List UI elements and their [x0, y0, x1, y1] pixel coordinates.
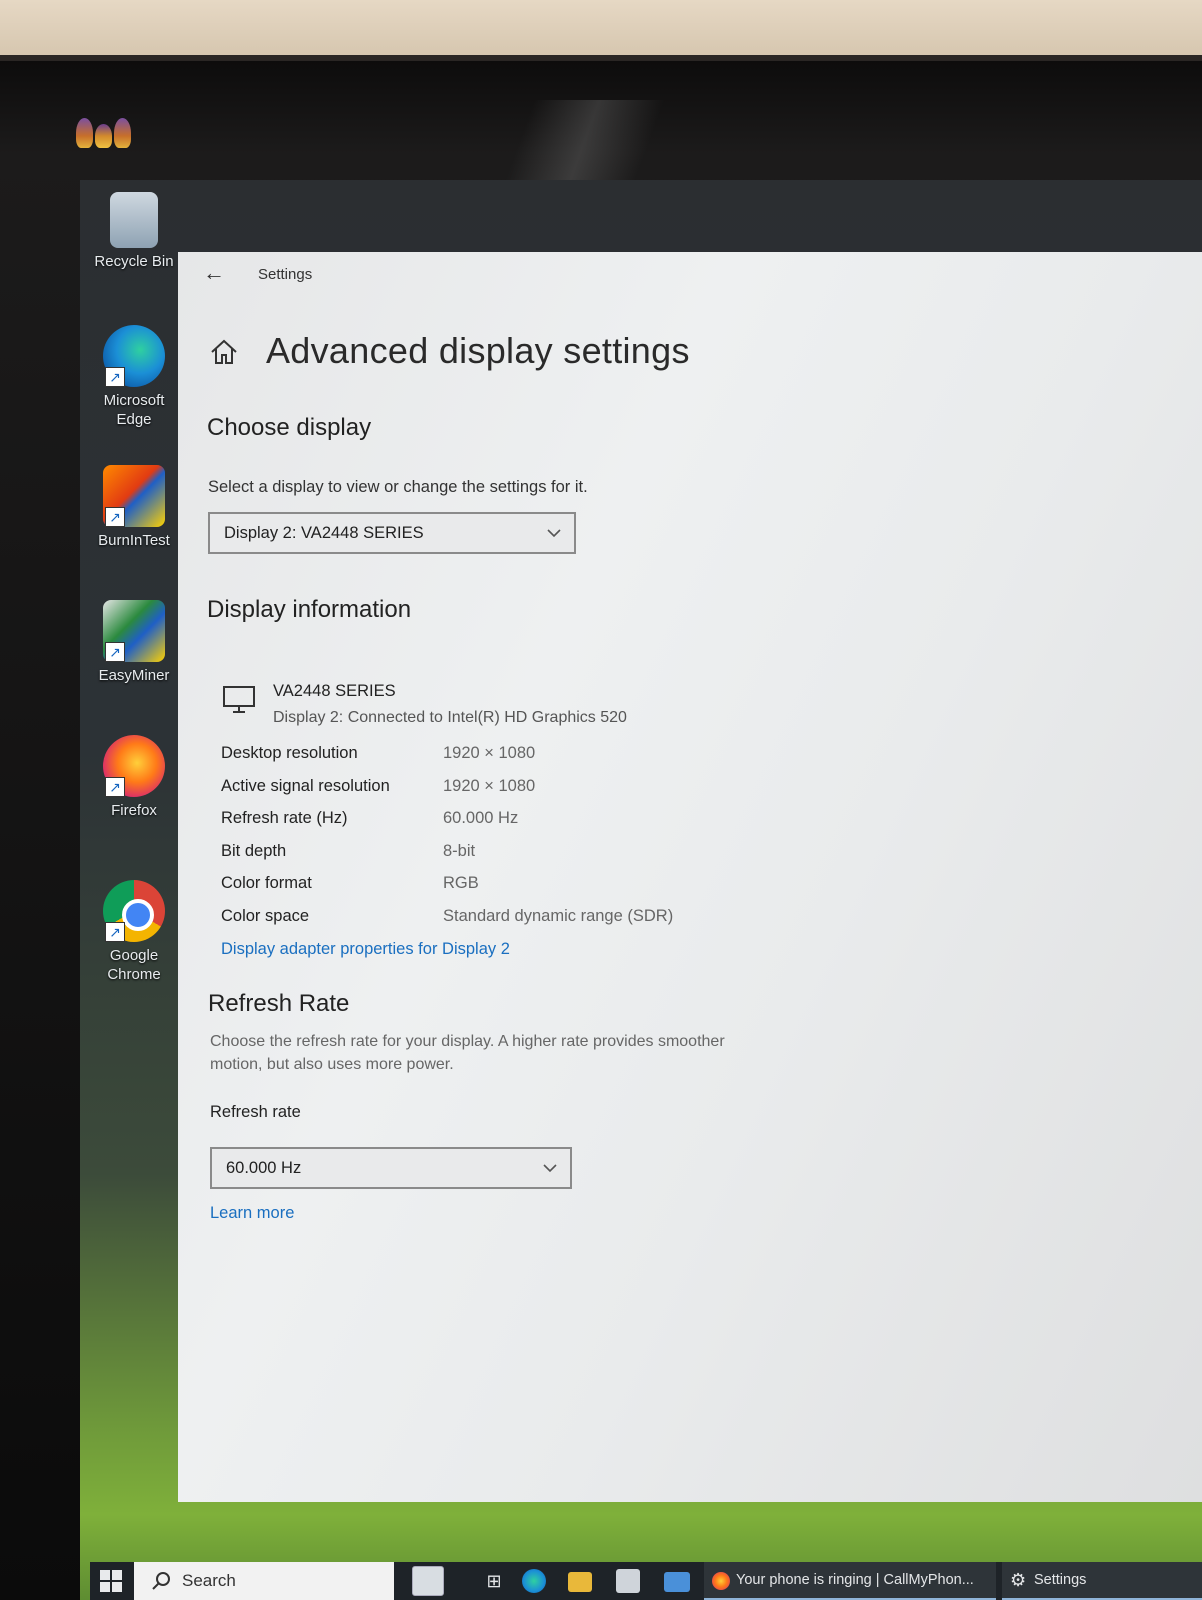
desktop-icon-easyminer[interactable]: ↗ EasyMiner [88, 600, 180, 685]
desktop-icon-edge[interactable]: ↗ Microsoft Edge [88, 325, 180, 429]
desktop-icon-label: Firefox [111, 802, 157, 819]
learn-more-link[interactable]: Learn more [210, 1204, 294, 1223]
taskbar-search-placeholder: Search [182, 1571, 236, 1590]
display-adapter-properties-link[interactable]: Display adapter properties for Display 2 [221, 940, 510, 959]
desktop-icon-recycle-bin[interactable]: Recycle Bin [88, 192, 180, 271]
info-row: Color space Standard dynamic range (SDR) [221, 907, 781, 940]
windows-start-icon[interactable] [100, 1570, 122, 1592]
bezel-logo-icon [76, 108, 132, 148]
file-explorer-icon[interactable] [568, 1572, 592, 1592]
info-key: Desktop resolution [221, 744, 358, 762]
firefox-icon: ↗ [103, 735, 165, 797]
info-value: 8-bit [443, 841, 476, 860]
gear-icon: ⚙ [1010, 1570, 1027, 1590]
info-row: Bit depth 8-bit [221, 842, 781, 875]
choose-display-description: Select a display to view or change the s… [208, 478, 588, 496]
chevron-down-icon [547, 529, 561, 538]
back-arrow-icon: ← [203, 260, 225, 285]
taskbar-task-settings[interactable]: ⚙ Settings [1002, 1562, 1202, 1600]
taskbar-task-label: Settings [1034, 1572, 1087, 1588]
desktop-icon-label: EasyMiner [98, 667, 170, 684]
info-value: 60.000 Hz [443, 809, 519, 827]
refresh-rate-description: Choose the refresh rate for your display… [210, 1033, 725, 1073]
choose-display-heading: Choose display [207, 414, 372, 441]
info-key: Refresh rate (Hz) [221, 809, 348, 827]
chrome-icon: ↗ [103, 880, 165, 942]
refresh-rate-select[interactable]: 60.000 Hz [210, 1147, 572, 1189]
chevron-down-icon [543, 1164, 557, 1173]
desktop-icon-chrome[interactable]: ↗ Google Chrome [88, 880, 180, 984]
info-key: Bit depth [221, 841, 287, 860]
taskbar-task-firefox[interactable]: Your phone is ringing | CallMyPhon... [704, 1562, 996, 1600]
firefox-icon [712, 1572, 730, 1590]
display-information-heading: Display information [207, 596, 412, 623]
page-title: Advanced display settings [266, 330, 690, 371]
settings-window: ← Settings Advanced display settings Cho… [178, 252, 1202, 1502]
title-bar: ← Settings [178, 252, 1202, 296]
desktop-icon-firefox[interactable]: ↗ Firefox [88, 735, 180, 820]
monitor-connection: Display 2: Connected to Intel(R) HD Grap… [273, 709, 627, 726]
shortcut-arrow-icon: ↗ [105, 507, 125, 527]
refresh-rate-heading: Refresh Rate [208, 990, 350, 1017]
info-row: Color format RGB [221, 874, 781, 907]
easyminer-icon: ↗ [103, 600, 165, 662]
info-row: Refresh rate (Hz) 60.000 Hz [221, 809, 781, 842]
info-key: Active signal resolution [221, 776, 390, 795]
edge-taskbar-icon[interactable] [522, 1569, 546, 1593]
display-select[interactable]: Display 2: VA2448 SERIES [208, 512, 576, 554]
display-info-table: Desktop resolution 1920 × 1080 Active si… [221, 744, 781, 939]
info-value: 1920 × 1080 [443, 744, 536, 762]
desktop-icon-burnintest[interactable]: ↗ BurnInTest [88, 465, 180, 550]
search-icon [152, 1572, 170, 1590]
display-select-value: Display 2: VA2448 SERIES [224, 524, 424, 542]
desktop-icon-label: Google Chrome [107, 947, 161, 983]
taskbar: Search ⊞ Your phone is ringing | CallMyP… [90, 1562, 1202, 1600]
recycle-bin-icon [110, 192, 158, 248]
task-view-icon[interactable]: ⊞ [478, 1566, 510, 1596]
mail-icon[interactable] [664, 1572, 690, 1592]
desktop-icon-label: BurnInTest [98, 532, 170, 549]
shortcut-arrow-icon: ↗ [105, 922, 125, 942]
edge-icon: ↗ [103, 325, 165, 387]
shortcut-arrow-icon: ↗ [105, 642, 125, 662]
info-key: Color format [221, 874, 312, 892]
info-value: Standard dynamic range (SDR) [443, 906, 674, 925]
monitor-name: VA2448 SERIES [273, 682, 396, 700]
pinned-app-icon[interactable] [412, 1566, 444, 1596]
refresh-rate-label: Refresh rate [210, 1103, 301, 1121]
shortcut-arrow-icon: ↗ [105, 777, 125, 797]
monitor-icon [223, 686, 255, 713]
home-icon[interactable] [208, 336, 240, 368]
refresh-rate-select-value: 60.000 Hz [226, 1159, 302, 1177]
info-value: RGB [443, 874, 479, 892]
info-value: 1920 × 1080 [443, 776, 536, 795]
taskbar-task-label: Your phone is ringing | CallMyPhon... [736, 1572, 974, 1588]
info-key: Color space [221, 906, 310, 925]
desktop-icon-label: Microsoft Edge [103, 392, 165, 428]
burnintest-icon: ↗ [103, 465, 165, 527]
desktop-icon-label: Recycle Bin [94, 253, 174, 270]
window-title: Settings [258, 266, 313, 283]
info-row: Active signal resolution 1920 × 1080 [221, 777, 781, 810]
back-button[interactable]: ← [196, 258, 232, 288]
taskbar-search-box[interactable]: Search [134, 1562, 394, 1600]
info-row: Desktop resolution 1920 × 1080 [221, 744, 781, 777]
shortcut-arrow-icon: ↗ [105, 367, 125, 387]
store-icon[interactable] [616, 1569, 640, 1593]
